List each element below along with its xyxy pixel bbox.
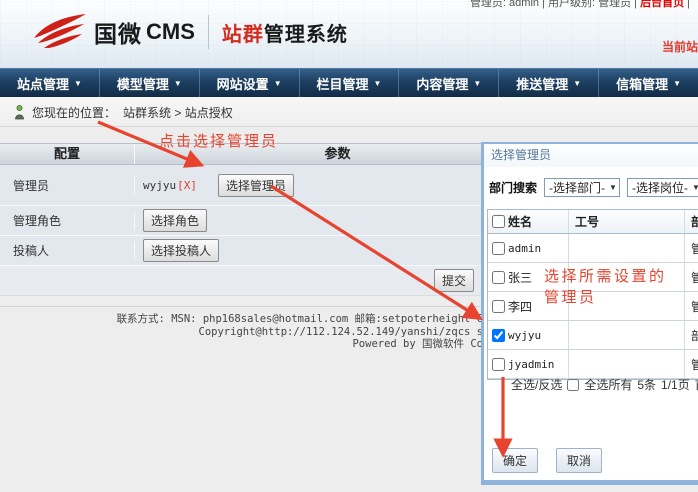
admin-list-table: 姓名 工号 部门 admin 管理 张三 管理 李四 管理	[487, 209, 698, 380]
topbar-user-text: 管理员: admin | 用户级别: 管理员 |	[470, 0, 637, 9]
product-title: 站群管理系统	[222, 18, 348, 47]
footer-contact-info: 联系方式: MSN: php168sales@hotmail.com 邮箱:se…	[0, 306, 483, 351]
site-auth-config-table: 配置 参数 管理员 wyjyu[X] 选择管理员 管理角色 选择角色 投稿人 选…	[0, 143, 540, 296]
dialog-title: 选择管理员	[484, 144, 698, 167]
choose-admin-button[interactable]: 选择管理员	[218, 174, 294, 197]
confirm-button[interactable]: 确定	[492, 448, 538, 473]
chevron-down-icon: ▼	[274, 79, 282, 88]
admin-row-jyadmin: jyadmin 管理	[488, 350, 698, 379]
chevron-down-icon: ▼	[673, 79, 681, 88]
dept-filter-select[interactable]: -选择部门-▼	[544, 178, 620, 197]
dialog-buttons: 确定 取消	[492, 448, 602, 473]
breadcrumb-label: 您现在的位置：	[32, 104, 116, 121]
post-filter-select[interactable]: -选择岗位-▼	[627, 178, 698, 197]
chevron-down-icon: ▼	[473, 79, 481, 88]
dept-search-label: 部门搜索	[489, 179, 537, 196]
chevron-down-icon: ▼	[692, 183, 698, 192]
submit-button[interactable]: 提交	[434, 269, 474, 292]
param-column-header: 参数	[135, 144, 540, 164]
choose-contributor-button[interactable]: 选择投稿人	[143, 239, 219, 262]
admin-row-lisi: 李四 管理	[488, 292, 698, 321]
table-row-role: 管理角色 选择角色	[0, 206, 540, 236]
row-checkbox[interactable]	[492, 271, 505, 284]
selected-admin-value: wyjyu	[143, 179, 176, 192]
nav-mailbox-management[interactable]: 信箱管理▼	[598, 69, 698, 97]
choose-role-button[interactable]: 选择角色	[143, 209, 207, 232]
nav-column-management[interactable]: 栏目管理▼	[299, 69, 399, 97]
brand-swoosh-icon	[30, 12, 88, 52]
brand-name-en: CMS	[146, 19, 195, 45]
breadcrumb: 您现在的位置： 站群系统 > 站点授权	[14, 104, 233, 121]
admin-row-zhangsan: 张三 管理	[488, 263, 698, 292]
dialog-search-row: 部门搜索 -选择部门-▼ -选择岗位-▼	[484, 174, 698, 200]
row-label: 投稿人	[0, 242, 135, 259]
empno-column-header: 工号	[568, 210, 684, 233]
row-checkbox-checked[interactable]	[492, 329, 505, 342]
select-all-checkbox[interactable]	[492, 215, 505, 228]
admin-row-wyjyu: wyjyu 部门	[488, 321, 698, 350]
remove-admin-link[interactable]: [X]	[177, 179, 197, 192]
select-invert-link[interactable]: 全选/反选	[511, 376, 562, 393]
current-site-label: 当前站点	[662, 38, 698, 55]
nav-push-management[interactable]: 推送管理▼	[498, 69, 598, 97]
name-column-header: 姓名	[508, 213, 568, 230]
nav-website-settings[interactable]: 网站设置▼	[199, 69, 299, 97]
main-nav: 站点管理▼ 模型管理▼ 网站设置▼ 栏目管理▼ 内容管理▼ 推送管理▼ 信箱管理…	[0, 68, 698, 97]
row-label: 管理员	[0, 177, 135, 194]
topbar-tail: |	[687, 0, 690, 9]
footer-line-1: 联系方式: MSN: php168sales@hotmail.com 邮箱:se…	[0, 313, 483, 326]
person-icon	[14, 105, 25, 120]
admin-row-admin: admin 管理	[488, 234, 698, 263]
select-all-pages-checkbox[interactable]	[567, 379, 579, 391]
admin-table-header: 姓名 工号 部门	[488, 210, 698, 234]
cancel-button[interactable]: 取消	[556, 448, 602, 473]
dept-column-header: 部门	[684, 210, 698, 233]
page-indicator: 1/1页	[661, 376, 690, 393]
row-checkbox[interactable]	[492, 358, 505, 371]
dialog-pagination: 全选/反选 全选所有 5条 1/1页 首页	[484, 376, 698, 393]
breadcrumb-bar: 您现在的位置： 站群系统 > 站点授权	[0, 96, 698, 127]
choose-admin-dialog: 选择管理员 部门搜索 -选择部门-▼ -选择岗位-▼ 姓名 工号 部门 admi…	[481, 142, 698, 485]
row-checkbox[interactable]	[492, 242, 505, 255]
page: 国微 CMS 站群管理系统 管理员: admin | 用户级别: 管理员 | 后…	[0, 0, 698, 492]
logo-divider	[208, 15, 209, 49]
row-checkbox[interactable]	[492, 300, 505, 313]
brand-name-cn: 国微	[94, 15, 142, 49]
chevron-down-icon: ▼	[174, 79, 182, 88]
total-count: 5条	[637, 376, 656, 393]
row-label: 管理角色	[0, 212, 135, 229]
config-column-header: 配置	[0, 144, 135, 164]
nav-site-management[interactable]: 站点管理▼	[0, 69, 99, 97]
table-row-contributor: 投稿人 选择投稿人	[0, 236, 540, 266]
config-table-header: 配置 参数	[0, 143, 540, 165]
footer-line-2: Copyright@http://112.124.52.149/yanshi/z…	[0, 326, 483, 339]
chevron-down-icon: ▼	[573, 79, 581, 88]
chevron-down-icon: ▼	[74, 79, 82, 88]
select-all-label: 全选所有	[584, 376, 632, 393]
app-header: 国微 CMS 站群管理系统 管理员: admin | 用户级别: 管理员 | 后…	[0, 0, 698, 68]
logo: 国微 CMS 站群管理系统	[30, 12, 348, 52]
table-row-admin: 管理员 wyjyu[X] 选择管理员	[0, 165, 540, 206]
submit-strip: 提交	[0, 266, 540, 296]
footer-line-3: Powered by 国微软件 Co	[0, 338, 483, 351]
nav-model-management[interactable]: 模型管理▼	[99, 69, 199, 97]
backend-home-link[interactable]: 后台首页	[640, 0, 684, 9]
breadcrumb-path: 站群系统 > 站点授权	[123, 104, 233, 121]
topbar-user-info: 管理员: admin | 用户级别: 管理员 | 后台首页 |	[470, 0, 690, 10]
chevron-down-icon: ▼	[609, 183, 617, 192]
nav-content-management[interactable]: 内容管理▼	[398, 69, 498, 97]
chevron-down-icon: ▼	[374, 79, 382, 88]
